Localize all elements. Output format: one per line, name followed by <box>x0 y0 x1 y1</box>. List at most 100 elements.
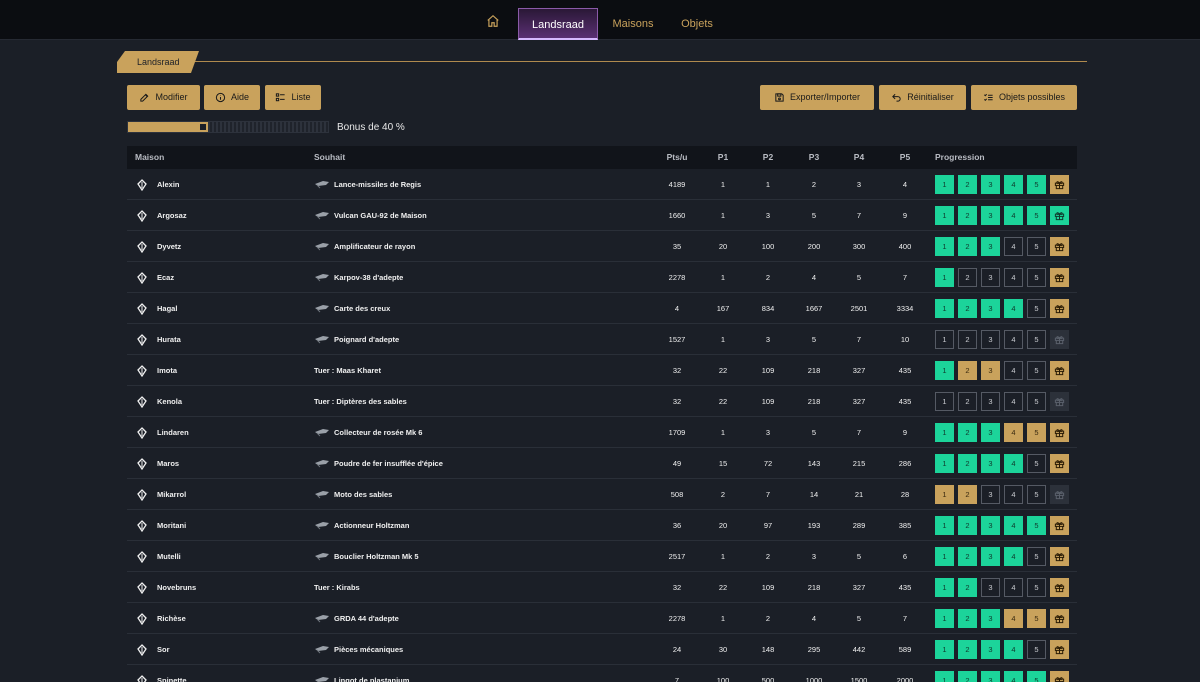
liste-button[interactable]: Liste <box>265 85 321 110</box>
table-row[interactable]: Argosaz Vulcan GAU-92 de Maison 1660 1 3 5 7 9 1… <box>127 200 1077 231</box>
progression-step-3[interactable]: 3 <box>981 609 1000 628</box>
progression-step-2[interactable]: 2 <box>958 175 977 194</box>
home-icon[interactable] <box>486 14 506 30</box>
progression-step-3[interactable]: 3 <box>981 578 1000 597</box>
progression-step-1[interactable]: 1 <box>935 609 954 628</box>
progression-step-5[interactable]: 5 <box>1027 454 1046 473</box>
progression-step-4[interactable]: 4 <box>1004 640 1023 659</box>
progression-step-5[interactable]: 5 <box>1027 609 1046 628</box>
progression-step-4[interactable]: 4 <box>1004 330 1023 349</box>
progression-step-5[interactable]: 5 <box>1027 237 1046 256</box>
table-row[interactable]: Kenola Tuer : Diptères des sables 32 22 109 2… <box>127 386 1077 417</box>
gift-icon[interactable] <box>1050 423 1069 442</box>
bonus-slider-fill[interactable] <box>128 122 208 132</box>
progression-step-4[interactable]: 4 <box>1004 175 1023 194</box>
reset-button[interactable]: Réinitialiser <box>879 85 966 110</box>
progression-step-5[interactable]: 5 <box>1027 671 1046 682</box>
progression-step-1[interactable]: 1 <box>935 299 954 318</box>
table-row[interactable]: Moritani Actionneur Holtzman 36 20 97 193 289 3… <box>127 510 1077 541</box>
gift-icon[interactable] <box>1050 268 1069 287</box>
progression-step-3[interactable]: 3 <box>981 268 1000 287</box>
gift-icon[interactable] <box>1050 361 1069 380</box>
progression-step-3[interactable]: 3 <box>981 671 1000 682</box>
table-row[interactable]: Ecaz Karpov-38 d'adepte 2278 1 2 4 5 7 1 2 3 4 5 <box>127 262 1077 293</box>
tab-landsraad[interactable]: Landsraad <box>518 8 598 40</box>
table-row[interactable]: Sor Pièces mécaniques 24 30 148 295 442 589 1 2 3 4… <box>127 634 1077 665</box>
progression-step-5[interactable]: 5 <box>1027 485 1046 504</box>
table-row[interactable]: Mikarrol Moto des sables 508 2 7 14 21 28 1 2 3 4 5 <box>127 479 1077 510</box>
table-row[interactable]: Lindaren Collecteur de rosée Mk 6 1709 1 3 5 7… <box>127 417 1077 448</box>
progression-step-5[interactable]: 5 <box>1027 361 1046 380</box>
progression-step-3[interactable]: 3 <box>981 206 1000 225</box>
progression-step-2[interactable]: 2 <box>958 671 977 682</box>
progression-step-4[interactable]: 4 <box>1004 516 1023 535</box>
progression-step-1[interactable]: 1 <box>935 268 954 287</box>
progression-step-1[interactable]: 1 <box>935 330 954 349</box>
table-row[interactable]: Imota Tuer : Maas Kharet 32 22 109 218 327 435 1… <box>127 355 1077 386</box>
progression-step-5[interactable]: 5 <box>1027 516 1046 535</box>
progression-step-1[interactable]: 1 <box>935 361 954 380</box>
export-import-button[interactable]: Exporter/Importer <box>760 85 874 110</box>
table-row[interactable]: Maros Poudre de fer insufflée d'épice 49 15… <box>127 448 1077 479</box>
progression-step-2[interactable]: 2 <box>958 392 977 411</box>
gift-icon[interactable] <box>1050 547 1069 566</box>
progression-step-5[interactable]: 5 <box>1027 175 1046 194</box>
progression-step-4[interactable]: 4 <box>1004 206 1023 225</box>
progression-step-1[interactable]: 1 <box>935 547 954 566</box>
progression-step-5[interactable]: 5 <box>1027 268 1046 287</box>
progression-step-4[interactable]: 4 <box>1004 671 1023 682</box>
progression-step-4[interactable]: 4 <box>1004 237 1023 256</box>
table-row[interactable]: Mutelli Bouclier Holtzman Mk 5 2517 1 2 3 5 6 1 2… <box>127 541 1077 572</box>
gift-icon[interactable] <box>1050 578 1069 597</box>
progression-step-5[interactable]: 5 <box>1027 423 1046 442</box>
gift-icon[interactable] <box>1050 330 1069 349</box>
progression-step-3[interactable]: 3 <box>981 640 1000 659</box>
breadcrumb[interactable]: Landsraad <box>117 51 199 73</box>
progression-step-3[interactable]: 3 <box>981 516 1000 535</box>
gift-icon[interactable] <box>1050 516 1069 535</box>
progression-step-5[interactable]: 5 <box>1027 392 1046 411</box>
progression-step-1[interactable]: 1 <box>935 423 954 442</box>
tab-objets[interactable]: Objets <box>674 8 720 40</box>
progression-step-3[interactable]: 3 <box>981 330 1000 349</box>
progression-step-1[interactable]: 1 <box>935 454 954 473</box>
progression-step-1[interactable]: 1 <box>935 516 954 535</box>
progression-step-2[interactable]: 2 <box>958 485 977 504</box>
progression-step-4[interactable]: 4 <box>1004 578 1023 597</box>
table-row[interactable]: Hurata Poignard d'adepte 1527 1 3 5 7 10 1 2 3 4 5 <box>127 324 1077 355</box>
progression-step-2[interactable]: 2 <box>958 206 977 225</box>
table-row[interactable]: Hagal Carte des creux 4 167 834 1667 2501 3334 1… <box>127 293 1077 324</box>
progression-step-4[interactable]: 4 <box>1004 547 1023 566</box>
gift-icon[interactable] <box>1050 299 1069 318</box>
progression-step-3[interactable]: 3 <box>981 547 1000 566</box>
progression-step-3[interactable]: 3 <box>981 361 1000 380</box>
gift-icon[interactable] <box>1050 485 1069 504</box>
progression-step-1[interactable]: 1 <box>935 392 954 411</box>
progression-step-3[interactable]: 3 <box>981 237 1000 256</box>
progression-step-1[interactable]: 1 <box>935 175 954 194</box>
progression-step-4[interactable]: 4 <box>1004 485 1023 504</box>
progression-step-5[interactable]: 5 <box>1027 640 1046 659</box>
progression-step-2[interactable]: 2 <box>958 609 977 628</box>
progression-step-5[interactable]: 5 <box>1027 206 1046 225</box>
table-row[interactable]: Spinette Lingot de plastanium 7 100 500 1000 1… <box>127 665 1077 682</box>
progression-step-3[interactable]: 3 <box>981 299 1000 318</box>
table-row[interactable]: Alexin Lance-missiles de Regis 4189 1 1 2 3 4 1 2… <box>127 169 1077 200</box>
progression-step-5[interactable]: 5 <box>1027 330 1046 349</box>
progression-step-1[interactable]: 1 <box>935 640 954 659</box>
progression-step-2[interactable]: 2 <box>958 268 977 287</box>
gift-icon[interactable] <box>1050 175 1069 194</box>
progression-step-3[interactable]: 3 <box>981 454 1000 473</box>
progression-step-2[interactable]: 2 <box>958 423 977 442</box>
progression-step-5[interactable]: 5 <box>1027 547 1046 566</box>
objets-possibles-button[interactable]: Objets possibles <box>971 85 1077 110</box>
progression-step-2[interactable]: 2 <box>958 516 977 535</box>
progression-step-4[interactable]: 4 <box>1004 268 1023 287</box>
table-row[interactable]: Richèse GRDA 44 d'adepte 2278 1 2 4 5 7 1 2 3 4 5 <box>127 603 1077 634</box>
progression-step-4[interactable]: 4 <box>1004 423 1023 442</box>
progression-step-3[interactable]: 3 <box>981 423 1000 442</box>
gift-icon[interactable] <box>1050 609 1069 628</box>
tab-maisons[interactable]: Maisons <box>606 8 660 40</box>
progression-step-1[interactable]: 1 <box>935 206 954 225</box>
progression-step-2[interactable]: 2 <box>958 361 977 380</box>
